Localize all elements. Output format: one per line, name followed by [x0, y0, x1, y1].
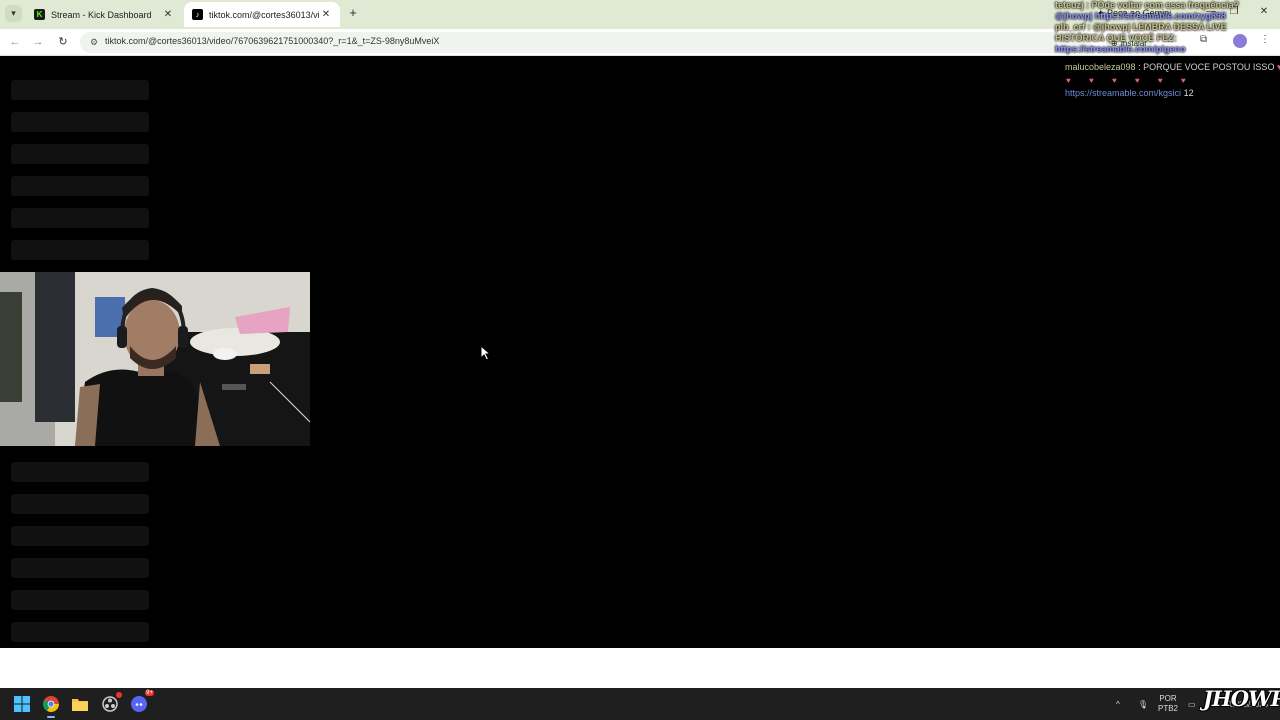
kick-logo-icon: K	[34, 9, 45, 20]
lang-line: PTB2	[1157, 704, 1178, 713]
url-text[interactable]: tiktok.com/@cortes36013/video/7670639621…	[105, 36, 439, 46]
chat-user: plb_crf	[1055, 22, 1086, 32]
tray-chevron-icon[interactable]: ^	[1116, 688, 1120, 720]
windows-start-icon[interactable]	[12, 694, 32, 714]
lang-line: POR	[1159, 694, 1177, 703]
chat-link: https://streamable.com/kgsici	[1065, 88, 1182, 98]
loading-skeleton	[11, 80, 149, 100]
chat-separator: :	[1135, 62, 1144, 72]
webcam-overlay	[0, 272, 310, 446]
loading-skeleton	[11, 590, 149, 610]
page-footer-area	[0, 648, 1280, 688]
screen: ▾ K Stream - Kick Dashboard ✕ ♪ tiktok.c…	[0, 0, 1280, 720]
obs-icon[interactable]	[100, 692, 122, 714]
chat-text: 12	[1183, 88, 1194, 98]
tab-tiktok-video[interactable]: ♪ tiktok.com/@cortes36013/vide... ✕	[184, 2, 340, 27]
site-info-icon[interactable]: ⚙	[88, 36, 100, 48]
chat-username: malucobeleza098	[1065, 62, 1136, 72]
mouse-cursor-icon	[480, 345, 492, 361]
discord-badge: 9+	[145, 690, 154, 696]
forward-arrow-icon[interactable]: →	[30, 34, 46, 50]
chat-line: teteuzj : POde voltar com essa frequênci…	[1055, 0, 1240, 10]
loading-skeleton	[11, 240, 149, 260]
microphone-icon[interactable]: 🎙	[1138, 688, 1148, 720]
chat-mention: @jhowpj	[1055, 11, 1093, 21]
language-indicator[interactable]: POR PTB2	[1156, 694, 1180, 714]
loading-skeleton	[11, 494, 149, 514]
chat-message: https://streamable.com/kgsici 12	[1065, 88, 1194, 98]
reload-icon[interactable]: ↻	[55, 34, 71, 50]
loading-skeleton	[11, 176, 149, 196]
streamer-watermark-logo: JHOWPJ	[1203, 686, 1280, 711]
new-tab-button[interactable]: +	[345, 5, 361, 21]
notification-dot	[116, 692, 122, 698]
chat-line: @jhowpj https://streamable.com/zyg898	[1055, 11, 1275, 22]
tab-search-icon[interactable]: ▾	[5, 5, 22, 22]
close-icon[interactable]: ✕	[320, 9, 332, 20]
tab-title: tiktok.com/@cortes36013/vide...	[209, 9, 320, 20]
loading-skeleton	[11, 526, 149, 546]
loading-skeleton	[11, 558, 149, 578]
chat-message: malucobeleza098 : PORQUE VOCE POSTOU ISS…	[1065, 62, 1280, 72]
chat-link: https://streamable.com/zyg898	[1094, 11, 1226, 21]
back-arrow-icon[interactable]: ←	[7, 34, 23, 50]
discord-icon[interactable]: 9+	[129, 690, 154, 714]
chat-overlay-top: teteuzj : POde voltar com essa frequênci…	[1055, 0, 1275, 55]
loading-skeleton	[11, 144, 149, 164]
loading-skeleton	[11, 622, 149, 642]
windows-taskbar: 9+ ^ 🎙 POR PTB2 ▭	[0, 688, 1280, 720]
chat-user: teteuzj	[1055, 0, 1084, 10]
chat-text: PORQUE VOCE POSTOU ISSO	[1143, 62, 1275, 72]
loading-skeleton	[11, 112, 149, 132]
chat-link: https://streamable.com/pigeno	[1055, 44, 1186, 54]
chat-text: POde voltar com essa frequência?	[1091, 0, 1240, 10]
chrome-icon[interactable]	[41, 694, 61, 718]
display-icon[interactable]: ▭	[1188, 688, 1196, 720]
file-explorer-icon[interactable]	[70, 694, 90, 714]
tab-kick-dashboard[interactable]: K Stream - Kick Dashboard ✕	[26, 2, 182, 27]
tiktok-logo-icon: ♪	[192, 9, 203, 20]
address-bar[interactable]: ⚙ tiktok.com/@cortes36013/video/76706396…	[80, 32, 1090, 53]
close-icon[interactable]: ✕	[162, 9, 174, 20]
tab-title: Stream - Kick Dashboard	[51, 9, 152, 20]
heart-emotes: ♥ ♥ ♥ ♥ ♥ ♥	[1066, 76, 1194, 85]
chat-line: plb_crf : @jhowpj LEMBRA DESSA LIVE HIST…	[1055, 22, 1227, 54]
loading-skeleton	[11, 462, 149, 482]
loading-skeleton	[11, 208, 149, 228]
webcam-image	[0, 272, 310, 446]
